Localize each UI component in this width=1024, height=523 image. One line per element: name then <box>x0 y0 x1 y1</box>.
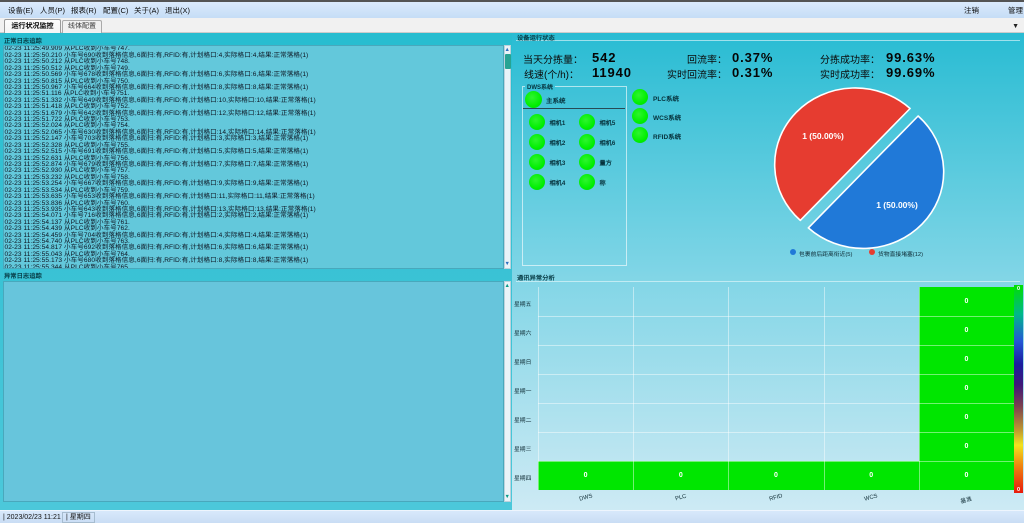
svg-text:1 (50.00%): 1 (50.00%) <box>876 200 918 210</box>
svg-text:1 (50.00%): 1 (50.00%) <box>802 131 844 141</box>
